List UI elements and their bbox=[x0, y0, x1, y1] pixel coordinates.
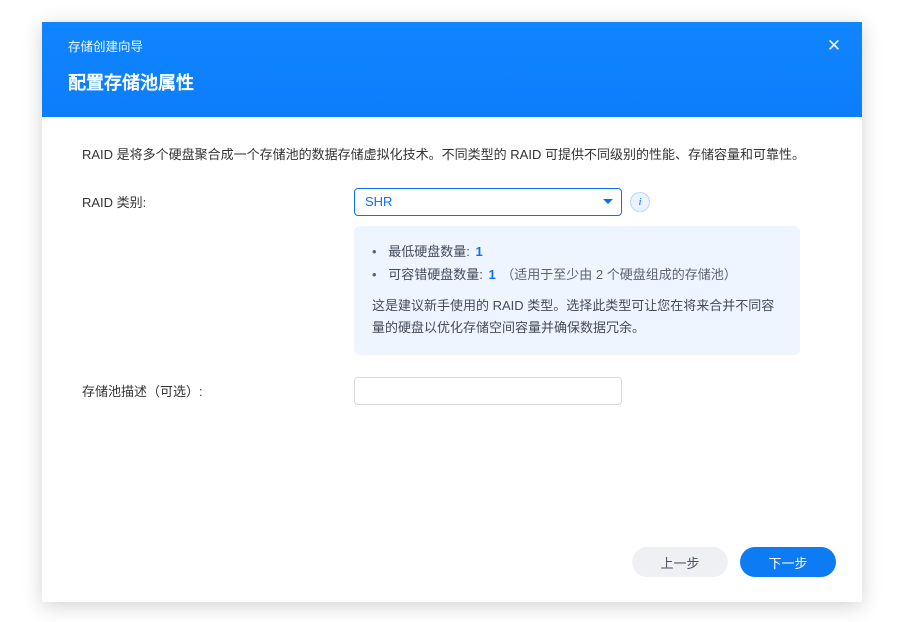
prev-button[interactable]: 上一步 bbox=[632, 547, 728, 577]
storage-wizard-modal: 存储创建向导 配置存储池属性 ✕ RAID 是将多个硬盘聚合成一个存储池的数据存… bbox=[42, 22, 862, 602]
page-title: 配置存储池属性 bbox=[68, 69, 836, 95]
raid-type-row: RAID 类别: SHR i 最低硬盘数量: 1 bbox=[82, 188, 822, 355]
pool-desc-field bbox=[354, 377, 822, 405]
info-button[interactable]: i bbox=[630, 192, 650, 212]
raid-type-field: SHR i 最低硬盘数量: 1 可容错硬盘数量: bbox=[354, 188, 822, 355]
pool-desc-label: 存储池描述（可选）: bbox=[82, 377, 354, 400]
modal-header: 存储创建向导 配置存储池属性 ✕ bbox=[42, 22, 862, 117]
raid-hint-box: 最低硬盘数量: 1 可容错硬盘数量: 1 （适用于至少由 2 个硬盘组成的存储池… bbox=[354, 226, 800, 355]
intro-text: RAID 是将多个硬盘聚合成一个存储池的数据存储虚拟化技术。不同类型的 RAID… bbox=[82, 145, 822, 166]
hint-min-drives: 最低硬盘数量: 1 bbox=[372, 240, 782, 263]
hint-fault-drives: 可容错硬盘数量: 1 （适用于至少由 2 个硬盘组成的存储池） bbox=[372, 263, 782, 286]
raid-type-value: SHR bbox=[365, 194, 392, 209]
raid-select-wrap: SHR i bbox=[354, 188, 822, 216]
modal-body: RAID 是将多个硬盘聚合成一个存储池的数据存储虚拟化技术。不同类型的 RAID… bbox=[42, 117, 862, 540]
breadcrumb: 存储创建向导 bbox=[68, 36, 836, 55]
next-button[interactable]: 下一步 bbox=[740, 547, 836, 577]
hint-description: 这是建议新手使用的 RAID 类型。选择此类型可让您在将来合并不同容量的硬盘以优… bbox=[372, 295, 782, 339]
close-icon: ✕ bbox=[827, 36, 841, 56]
pool-desc-row: 存储池描述（可选）: bbox=[82, 377, 822, 405]
pool-description-input[interactable] bbox=[354, 377, 622, 405]
close-button[interactable]: ✕ bbox=[820, 32, 848, 60]
raid-type-select[interactable]: SHR bbox=[354, 188, 622, 216]
chevron-down-icon bbox=[603, 199, 613, 204]
modal-footer: 上一步 下一步 bbox=[42, 540, 862, 602]
info-icon: i bbox=[638, 196, 641, 208]
raid-type-label: RAID 类别: bbox=[82, 188, 354, 211]
